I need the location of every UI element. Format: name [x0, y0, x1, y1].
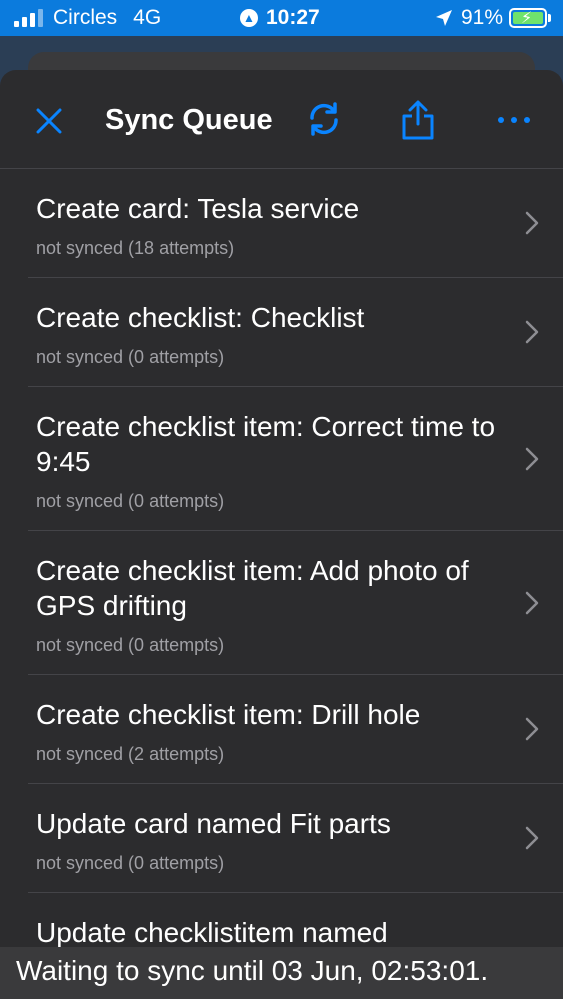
queue-item-title: Create checklist item: Add photo of GPS … [36, 555, 469, 621]
queue-item-title: Update checklistitem named [36, 917, 388, 948]
status-left: Circles 4G [14, 6, 161, 30]
queue-item[interactable]: Update card named Fit parts not synced (… [28, 784, 563, 893]
queue-item-status: not synced (0 attempts) [36, 635, 225, 655]
close-icon[interactable] [34, 106, 64, 136]
queue-item[interactable]: Create card: Tesla service not synced (1… [28, 169, 563, 278]
chevron-right-icon [525, 447, 539, 470]
signal-icon [14, 9, 43, 27]
queue-item[interactable]: Create checklist item: Correct time to 9… [28, 387, 563, 531]
share-icon[interactable] [400, 100, 436, 140]
queue-item-title: Update card named Fit parts [36, 808, 391, 839]
queue-item-title: Create checklist item: Drill hole [36, 699, 421, 730]
carrier-name: Circles [53, 6, 118, 29]
queue-item-status: not synced (0 attempts) [36, 491, 225, 511]
chevron-right-icon [525, 826, 539, 850]
page-title: Sync Queue [105, 104, 273, 136]
status-right: 91% ⚡ [435, 6, 551, 30]
network-type: 4G [133, 6, 162, 29]
more-icon[interactable] [494, 110, 534, 130]
queue-item-title: Create checklist item: Correct time to 9… [36, 411, 496, 477]
queue-item-title: Create card: Tesla service [36, 193, 360, 224]
battery-nub [548, 14, 551, 22]
queue-item[interactable]: Create checklist item: Add photo of GPS … [28, 531, 563, 675]
sheet-header: Sync Queue [0, 70, 563, 169]
battery-percent: 91% [460, 6, 503, 29]
refresh-icon[interactable] [304, 99, 344, 139]
queue-item-status: not synced (2 attempts) [36, 744, 225, 764]
orientation-lock-icon: ▲ [240, 9, 258, 27]
queue-item-title: Create checklist: Checklist [36, 302, 365, 333]
battery-icon: ⚡ [509, 8, 547, 28]
queue-item[interactable]: Create checklist: Checklist not synced (… [28, 278, 563, 387]
status-center: ▲ 10:27 [240, 6, 320, 30]
chevron-right-icon [525, 211, 539, 235]
queue-item-status: not synced (0 attempts) [36, 347, 225, 367]
sync-queue-sheet: Sync Queue Create card: Tesla service no… [0, 70, 563, 999]
chevron-right-icon [525, 717, 539, 741]
chevron-right-icon [525, 591, 539, 614]
sync-status-banner: Waiting to sync until 03 Jun, 02:53:01. [0, 947, 563, 999]
queue-item-status: not synced (0 attempts) [36, 853, 225, 873]
clock: 10:27 [266, 6, 320, 29]
queue-item[interactable]: Create checklist item: Drill hole not sy… [28, 675, 563, 784]
status-bar: Circles 4G ▲ 10:27 91% ⚡ [0, 0, 563, 36]
queue-list: Create card: Tesla service not synced (1… [0, 169, 563, 981]
chevron-right-icon [525, 320, 539, 344]
queue-item-status: not synced (18 attempts) [36, 238, 235, 258]
location-icon [435, 10, 452, 26]
